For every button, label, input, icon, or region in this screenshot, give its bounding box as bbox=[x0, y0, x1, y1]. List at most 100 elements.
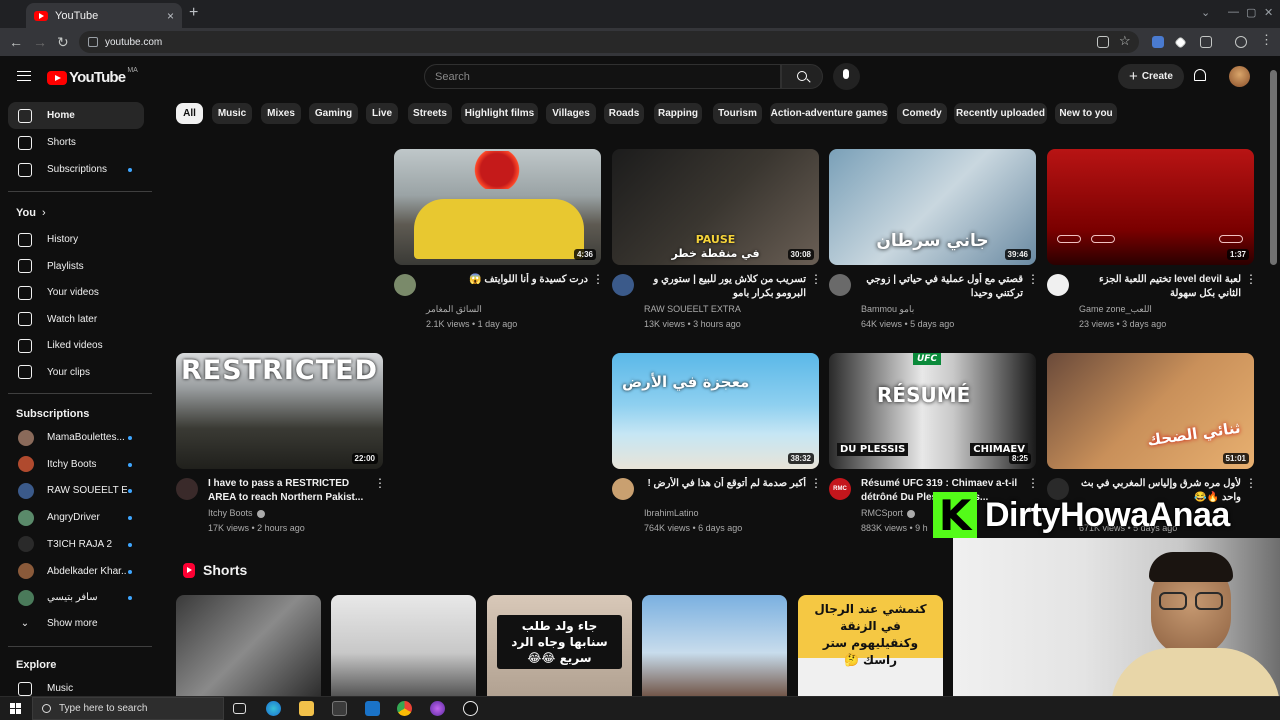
window-close-button[interactable]: ✕ bbox=[1264, 6, 1273, 19]
sidebar-item-your-clips[interactable]: Your clips bbox=[8, 359, 144, 386]
site-info-icon[interactable] bbox=[88, 37, 98, 47]
chip-action-adventure-games[interactable]: Action-adventure games bbox=[770, 103, 888, 124]
video-card[interactable]: 1:37 لعبة level devil تختيم اللعبة الجزء … bbox=[1047, 149, 1257, 339]
channel-avatar[interactable] bbox=[612, 478, 634, 500]
sidebar-subscription-item[interactable]: T3ICH RAJA 2 bbox=[8, 531, 144, 558]
chrome-menu-icon[interactable]: ⋮ bbox=[1260, 32, 1273, 47]
video-card[interactable]: PAUSE في منقطة خطر 30:08 تسريب من كلاش يور … bbox=[612, 149, 822, 339]
sidebar-item-playlists[interactable]: Playlists bbox=[8, 253, 144, 280]
file-explorer-icon[interactable] bbox=[299, 701, 314, 716]
video-channel-name[interactable]: Itchy Boots bbox=[208, 508, 265, 518]
sidebar-item-liked-videos[interactable]: Liked videos bbox=[8, 332, 144, 359]
account-avatar[interactable] bbox=[1229, 66, 1250, 87]
video-title[interactable]: I have to pass a RESTRICTED AREA to reac… bbox=[208, 477, 370, 505]
sidebar-you-heading[interactable]: You › bbox=[16, 207, 46, 219]
video-thumbnail[interactable]: ثنائي الضحك 51:01 bbox=[1047, 353, 1254, 469]
search-input[interactable]: Search bbox=[424, 64, 781, 89]
sidebar-subscription-item[interactable]: AngryDriver bbox=[8, 504, 144, 531]
reload-button[interactable]: ↻ bbox=[57, 34, 69, 51]
video-channel-name[interactable]: السائق المغامر bbox=[426, 304, 482, 315]
chip-tourism[interactable]: Tourism bbox=[713, 103, 762, 124]
chip-recently-uploaded[interactable]: Recently uploaded bbox=[954, 103, 1047, 124]
video-more-options-icon[interactable] bbox=[810, 476, 822, 490]
search-button[interactable] bbox=[781, 64, 823, 89]
taskbar-search-input[interactable]: Type here to search bbox=[32, 697, 224, 720]
sidebar-item-subscriptions[interactable]: Subscriptions bbox=[8, 156, 144, 183]
tab-close-icon[interactable]: × bbox=[167, 9, 174, 23]
sidebar-item-shorts[interactable]: Shorts bbox=[8, 129, 144, 156]
video-card[interactable]: RESTRICTED 22:00 I have to pass a RESTRICT… bbox=[176, 353, 386, 543]
video-thumbnail[interactable]: RESTRICTED 22:00 bbox=[176, 353, 383, 469]
extension-icon[interactable] bbox=[1174, 36, 1187, 49]
chip-gaming[interactable]: Gaming bbox=[309, 103, 358, 124]
tab-search-icon[interactable]: ⌄ bbox=[1201, 6, 1210, 19]
bookmark-star-icon[interactable]: ☆ bbox=[1119, 33, 1131, 48]
video-channel-name[interactable]: Bammou بامو bbox=[861, 304, 914, 315]
channel-avatar[interactable] bbox=[394, 274, 416, 296]
short-thumbnail[interactable]: كنمشي عند الرجال في الزنقة وكنقيليهوم ست… bbox=[798, 595, 943, 700]
chip-mixes[interactable]: Mixes bbox=[261, 103, 301, 124]
chip-roads[interactable]: Roads bbox=[604, 103, 644, 124]
short-thumbnail[interactable] bbox=[642, 595, 787, 700]
guide-menu-icon[interactable] bbox=[17, 71, 31, 81]
video-title[interactable]: قصتي مع أول عملية في حياتي | زوجي تركتني… bbox=[861, 273, 1023, 301]
minimize-button[interactable]: — bbox=[1228, 6, 1239, 18]
windows-start-icon[interactable] bbox=[10, 703, 21, 714]
channel-avatar[interactable]: RMC bbox=[829, 478, 851, 500]
address-bar[interactable]: youtube.com bbox=[79, 31, 1139, 53]
restore-button[interactable]: ▢ bbox=[1246, 6, 1256, 19]
install-app-icon[interactable] bbox=[1097, 36, 1109, 48]
obs-icon[interactable] bbox=[463, 701, 478, 716]
video-more-options-icon[interactable] bbox=[1245, 272, 1257, 286]
video-channel-name[interactable]: IbrahimLatino bbox=[644, 508, 699, 518]
video-more-options-icon[interactable] bbox=[1027, 476, 1039, 490]
video-title[interactable]: لعبة level devil تختيم اللعبة الجزء الثا… bbox=[1079, 273, 1241, 301]
short-thumbnail[interactable]: جاء ولد طلب سنابها وجاه الرد سريع 😂😂 bbox=[487, 595, 632, 700]
chip-comedy[interactable]: Comedy bbox=[897, 103, 947, 124]
edge-browser-icon[interactable] bbox=[266, 701, 281, 716]
video-thumbnail[interactable]: RÉSUMÉ UFC DU PLESSIS CHIMAEV 8:25 bbox=[829, 353, 1036, 469]
video-channel-name[interactable]: Game zone_اللعب bbox=[1079, 304, 1152, 315]
browser-tab-youtube[interactable]: YouTube × bbox=[26, 3, 182, 28]
video-more-options-icon[interactable] bbox=[374, 476, 386, 490]
sidebar-subscription-item[interactable]: Abdelkader Khar... bbox=[8, 558, 144, 585]
channel-avatar[interactable] bbox=[829, 274, 851, 296]
short-thumbnail[interactable] bbox=[331, 595, 476, 700]
chip-music[interactable]: Music bbox=[212, 103, 252, 124]
video-title[interactable]: أكبر صدمة لم أتوقع أن هذا في الأرض ! bbox=[644, 477, 806, 491]
video-more-options-icon[interactable] bbox=[1245, 476, 1257, 490]
short-thumbnail[interactable] bbox=[176, 595, 321, 700]
chrome-icon[interactable] bbox=[397, 701, 412, 716]
video-channel-name[interactable]: RAW SOUEELT EXTRA bbox=[644, 304, 741, 314]
video-card[interactable]: جاني سرطان 39:46 قصتي مع أول عملية في حيات… bbox=[829, 149, 1039, 339]
store-icon[interactable] bbox=[332, 701, 347, 716]
profile-icon[interactable] bbox=[1235, 36, 1247, 48]
chip-streets[interactable]: Streets bbox=[408, 103, 452, 124]
messenger-icon[interactable] bbox=[430, 701, 445, 716]
youtube-logo[interactable]: YouTube MA bbox=[47, 67, 138, 86]
video-channel-name[interactable]: RMCSport bbox=[861, 508, 916, 518]
notifications-bell-icon[interactable] bbox=[1194, 69, 1206, 81]
video-thumbnail[interactable]: PAUSE في منقطة خطر 30:08 bbox=[612, 149, 819, 265]
sidebar-item-watch-later[interactable]: Watch later bbox=[8, 306, 144, 333]
sidebar-subscription-item[interactable]: RAW SOUEELT E... bbox=[8, 477, 144, 504]
video-thumbnail[interactable]: جاني سرطان 39:46 bbox=[829, 149, 1036, 265]
page-scrollbar[interactable] bbox=[1270, 70, 1277, 265]
chip-villages[interactable]: Villages bbox=[546, 103, 596, 124]
video-title[interactable]: تسريب من كلاش يور للبيع | ستوري و البروم… bbox=[644, 273, 806, 301]
video-title[interactable]: درت كسيدة و أنا اللوايتف 😱 bbox=[426, 273, 588, 287]
channel-avatar[interactable] bbox=[612, 274, 634, 296]
show-more-button[interactable]: ⌄ Show more bbox=[8, 610, 144, 637]
chip-highlight-films[interactable]: Highlight films bbox=[461, 103, 538, 124]
video-more-options-icon[interactable] bbox=[810, 272, 822, 286]
create-button[interactable]: + Create bbox=[1118, 64, 1184, 89]
back-button[interactable]: ← bbox=[9, 34, 23, 50]
video-more-options-icon[interactable] bbox=[1027, 272, 1039, 286]
chip-live[interactable]: Live bbox=[366, 103, 398, 124]
sidebar-subscription-item[interactable]: MamaBoulettes... bbox=[8, 424, 144, 451]
video-more-options-icon[interactable] bbox=[592, 272, 604, 286]
chip-rapping[interactable]: Rapping bbox=[654, 103, 702, 124]
task-view-icon[interactable] bbox=[233, 703, 246, 714]
sidebar-subscription-item[interactable]: سافر بتيسي bbox=[8, 584, 144, 611]
chip-new-to-you[interactable]: New to you bbox=[1055, 103, 1117, 124]
